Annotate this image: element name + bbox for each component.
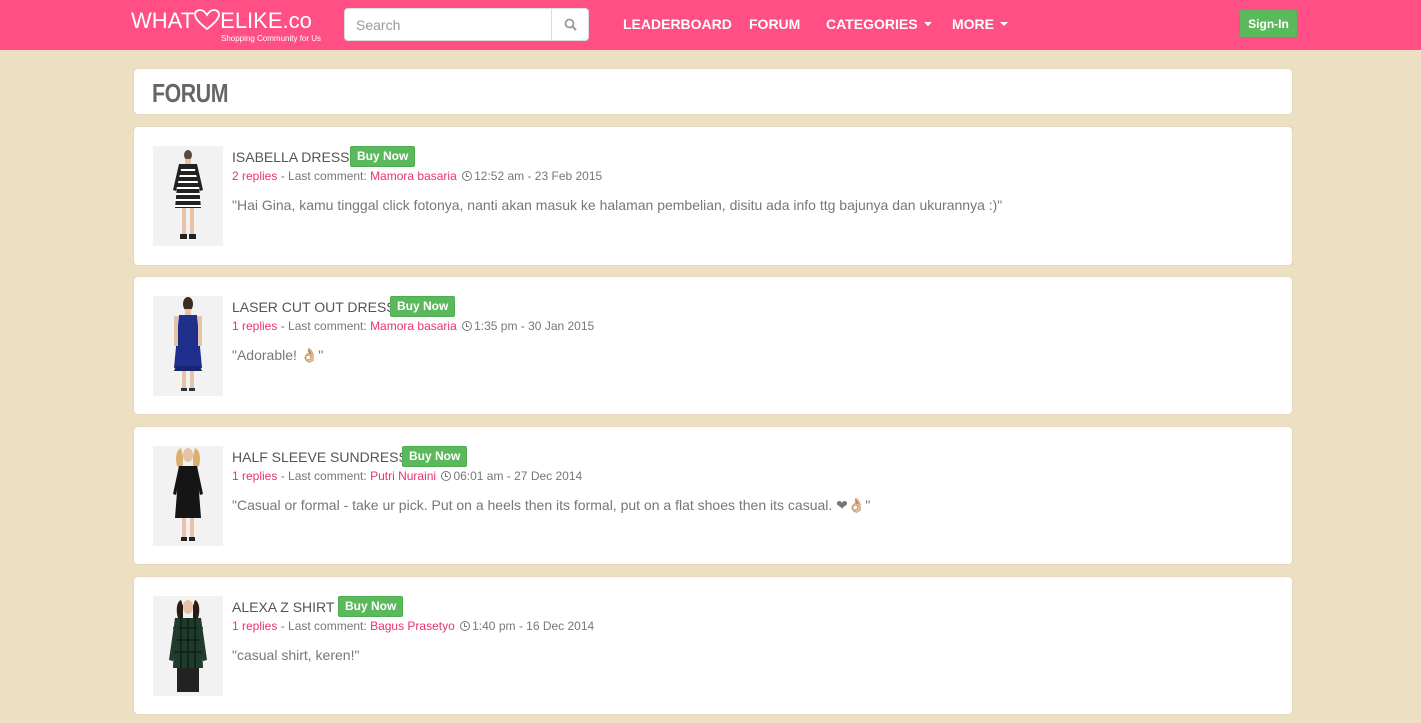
buy-now-button[interactable]: Buy Now — [390, 296, 456, 317]
chevron-down-icon — [923, 22, 932, 26]
clock-icon — [462, 321, 473, 331]
last-comment-label: - Last comment: — [277, 619, 371, 633]
striped-dress-image — [153, 146, 223, 246]
comment-time: 12:52 am - 23 Feb 2015 — [474, 169, 603, 183]
forum-post: LASER CUT OUT DRESS Buy Now 1 replies - … — [133, 276, 1293, 415]
commenter-link[interactable]: Bagus Prasetyo — [370, 619, 455, 633]
post-meta: 1 replies - Last comment: Bagus Prasetyo… — [232, 618, 594, 634]
logo-wordmark: WHAT ELIKE.co — [131, 8, 312, 34]
clock-icon — [460, 621, 471, 631]
comment-time: 06:01 am - 27 Dec 2014 — [453, 469, 583, 483]
comment-time: 1:40 pm - 16 Dec 2014 — [472, 619, 595, 633]
post-meta: 1 replies - Last comment: Mamora basaria… — [232, 318, 594, 334]
post-title[interactable]: HALF SLEEVE SUNDRESS — [232, 448, 408, 466]
last-comment-label: - Last comment: — [277, 319, 371, 333]
forum-post: HALF SLEEVE SUNDRESS Buy Now 1 replies -… — [133, 426, 1293, 565]
page-title: FORUM — [152, 78, 229, 108]
nav-categories-label: CATEGORIES — [826, 16, 918, 32]
last-comment-text: "Hai Gina, kamu tinggal click fotonya, n… — [232, 197, 1003, 213]
last-comment-text: "casual shirt, keren!" — [232, 647, 360, 663]
replies-link[interactable]: 1 replies — [232, 319, 277, 333]
product-thumbnail[interactable] — [153, 146, 223, 246]
sign-in-button[interactable]: Sign-In — [1239, 9, 1298, 38]
logo-text-left: WHAT — [131, 8, 195, 33]
nav-forum[interactable]: FORUM — [749, 15, 800, 33]
buy-now-button[interactable]: Buy Now — [350, 146, 416, 167]
last-comment-label: - Last comment: — [277, 469, 371, 483]
post-title[interactable]: LASER CUT OUT DRESS — [232, 298, 396, 316]
post-title[interactable]: ISABELLA DRESS — [232, 148, 350, 166]
product-thumbnail[interactable] — [153, 596, 223, 696]
nav-categories[interactable]: CATEGORIES — [826, 15, 932, 33]
search-box — [344, 8, 589, 41]
clock-icon — [441, 471, 452, 481]
last-comment-label: - Last comment: — [277, 169, 371, 183]
buy-now-button[interactable]: Buy Now — [402, 446, 468, 467]
forum-post: ISABELLA DRESS Buy Now 2 replies - Last … — [133, 126, 1293, 266]
buy-now-button[interactable]: Buy Now — [338, 596, 404, 617]
search-button[interactable] — [551, 9, 588, 40]
post-title[interactable]: ALEXA Z SHIRT — [232, 598, 334, 616]
replies-link[interactable]: 1 replies — [232, 469, 277, 483]
post-meta: 1 replies - Last comment: Putri Nuraini … — [232, 468, 582, 484]
black-sundress-image — [153, 446, 223, 546]
product-thumbnail[interactable] — [153, 446, 223, 546]
site-logo[interactable]: WHAT ELIKE.co Shopping Community for Us — [131, 8, 326, 46]
replies-link[interactable]: 2 replies — [232, 169, 277, 183]
top-navbar: WHAT ELIKE.co Shopping Community for Us L… — [0, 0, 1421, 50]
search-icon — [564, 18, 577, 31]
nav-more[interactable]: MORE — [952, 15, 1008, 33]
last-comment-text: "Adorable! 👌🏼" — [232, 347, 324, 363]
nav-more-label: MORE — [952, 16, 994, 32]
commenter-link[interactable]: Mamora basaria — [370, 169, 457, 183]
nav-leaderboard[interactable]: LEADERBOARD — [623, 15, 732, 33]
comment-time: 1:35 pm - 30 Jan 2015 — [474, 319, 595, 333]
clock-icon — [462, 171, 473, 181]
post-meta: 2 replies - Last comment: Mamora basaria… — [232, 168, 602, 184]
commenter-link[interactable]: Putri Nuraini — [370, 469, 436, 483]
last-comment-text: "Casual or formal - take ur pick. Put on… — [232, 497, 871, 513]
commenter-link[interactable]: Mamora basaria — [370, 319, 457, 333]
logo-tagline: Shopping Community for Us — [221, 34, 322, 43]
plaid-shirt-image — [153, 596, 223, 696]
forum-post: ALEXA Z SHIRT Buy Now 1 replies - Last c… — [133, 576, 1293, 715]
heart-w-icon — [194, 9, 221, 31]
search-input[interactable] — [345, 9, 551, 40]
product-thumbnail[interactable] — [153, 296, 223, 396]
replies-link[interactable]: 1 replies — [232, 619, 277, 633]
chevron-down-icon — [1000, 22, 1008, 26]
logo-text-right: ELIKE.co — [220, 8, 312, 33]
page-header-panel: FORUM — [133, 68, 1293, 115]
blue-dress-image — [153, 296, 223, 396]
